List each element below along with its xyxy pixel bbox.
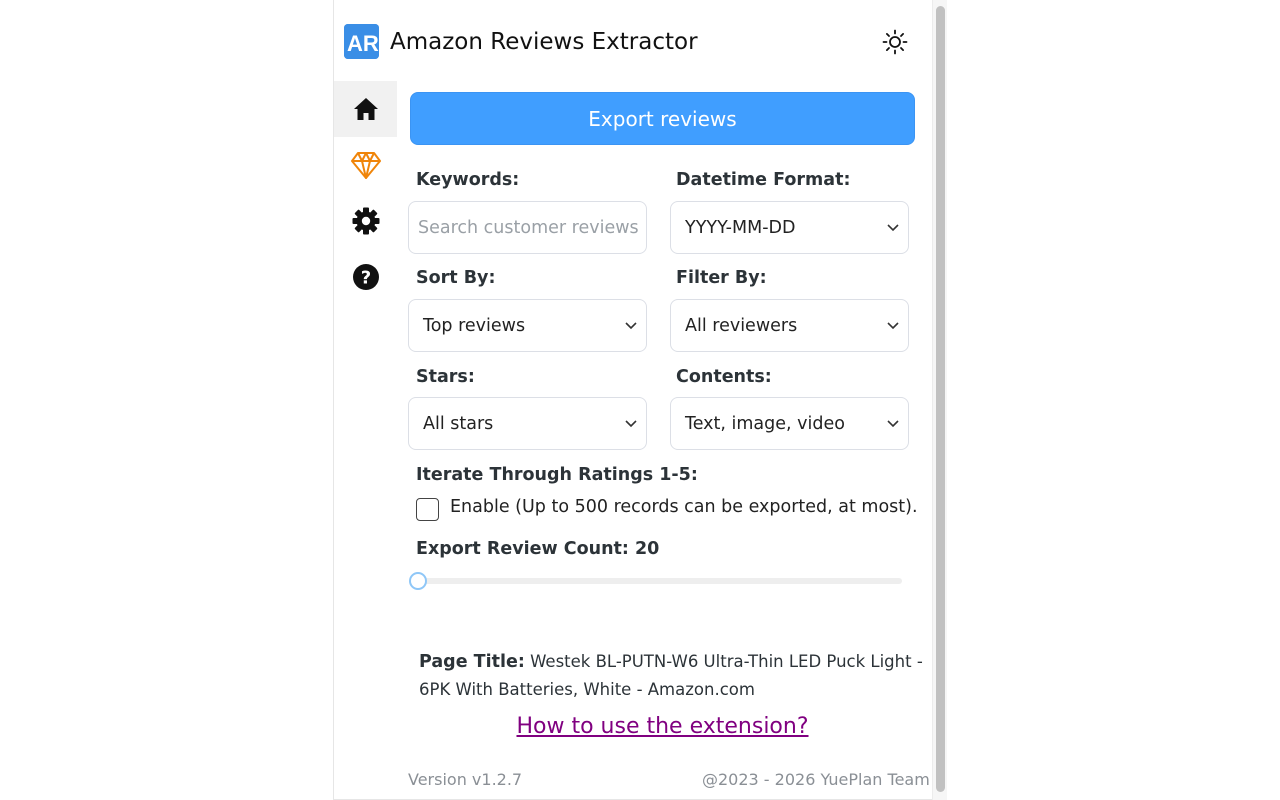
export-count-slider-track[interactable] — [416, 578, 902, 584]
iterate-ratings-checkbox[interactable] — [416, 498, 439, 521]
sidebar-item-help[interactable]: ? — [334, 249, 397, 305]
contents-select[interactable]: Text, image, video — [670, 397, 909, 450]
scrollbar-thumb[interactable] — [936, 6, 945, 792]
app-title: Amazon Reviews Extractor — [390, 29, 698, 55]
filter-by-value: All reviewers — [685, 315, 798, 336]
theme-toggle-button[interactable] — [880, 27, 910, 57]
chevron-down-icon — [616, 419, 646, 428]
sun-icon — [882, 29, 908, 55]
sort-by-select[interactable]: Top reviews — [408, 299, 647, 352]
chevron-down-icon — [878, 321, 908, 330]
filter-by-label: Filter By: — [676, 268, 767, 288]
contents-value: Text, image, video — [685, 413, 845, 434]
how-to-use-link[interactable]: How to use the extension? — [410, 714, 915, 739]
gear-icon — [352, 207, 379, 235]
chevron-down-icon — [878, 419, 908, 428]
version-text: Version v1.2.7 — [408, 770, 523, 789]
iterate-ratings-label: Iterate Through Ratings 1-5: — [416, 465, 698, 485]
keywords-label: Keywords: — [416, 170, 520, 190]
chevron-down-icon — [878, 223, 908, 232]
datetime-format-label: Datetime Format: — [676, 170, 851, 190]
sidebar-item-pro[interactable] — [334, 137, 397, 193]
app-logo: AR — [344, 24, 379, 59]
export-reviews-button[interactable]: Export reviews — [410, 92, 915, 145]
stars-value: All stars — [423, 413, 494, 434]
datetime-format-value: YYYY-MM-DD — [685, 217, 796, 238]
svg-text:AR: AR — [347, 31, 379, 56]
home-icon — [353, 98, 378, 120]
question-circle-icon: ? — [352, 264, 379, 290]
copyright-text: @2023 - 2026 YuePlan Team — [702, 770, 930, 789]
export-count-label: Export Review Count: 20 — [416, 539, 660, 559]
keywords-input[interactable] — [409, 202, 646, 253]
stars-select[interactable]: All stars — [408, 397, 647, 450]
diamond-icon — [350, 152, 381, 179]
keywords-field[interactable] — [408, 201, 647, 254]
export-count-slider-handle[interactable] — [409, 572, 427, 590]
svg-text:?: ? — [360, 268, 370, 289]
contents-label: Contents: — [676, 367, 772, 387]
sidebar-item-settings[interactable] — [334, 193, 397, 249]
sort-by-value: Top reviews — [423, 315, 526, 336]
page-title-label: Page Title: — [419, 652, 525, 672]
sidebar-item-home[interactable] — [334, 81, 397, 137]
chevron-down-icon — [616, 321, 646, 330]
page-title-info: Page Title: Westek BL-PUTN-W6 Ultra-Thin… — [419, 648, 929, 703]
stars-label: Stars: — [416, 367, 475, 387]
datetime-format-select[interactable]: YYYY-MM-DD — [670, 201, 909, 254]
sort-by-label: Sort By: — [416, 268, 496, 288]
iterate-ratings-checkbox-label[interactable]: Enable (Up to 500 records can be exporte… — [450, 497, 918, 517]
filter-by-select[interactable]: All reviewers — [670, 299, 909, 352]
